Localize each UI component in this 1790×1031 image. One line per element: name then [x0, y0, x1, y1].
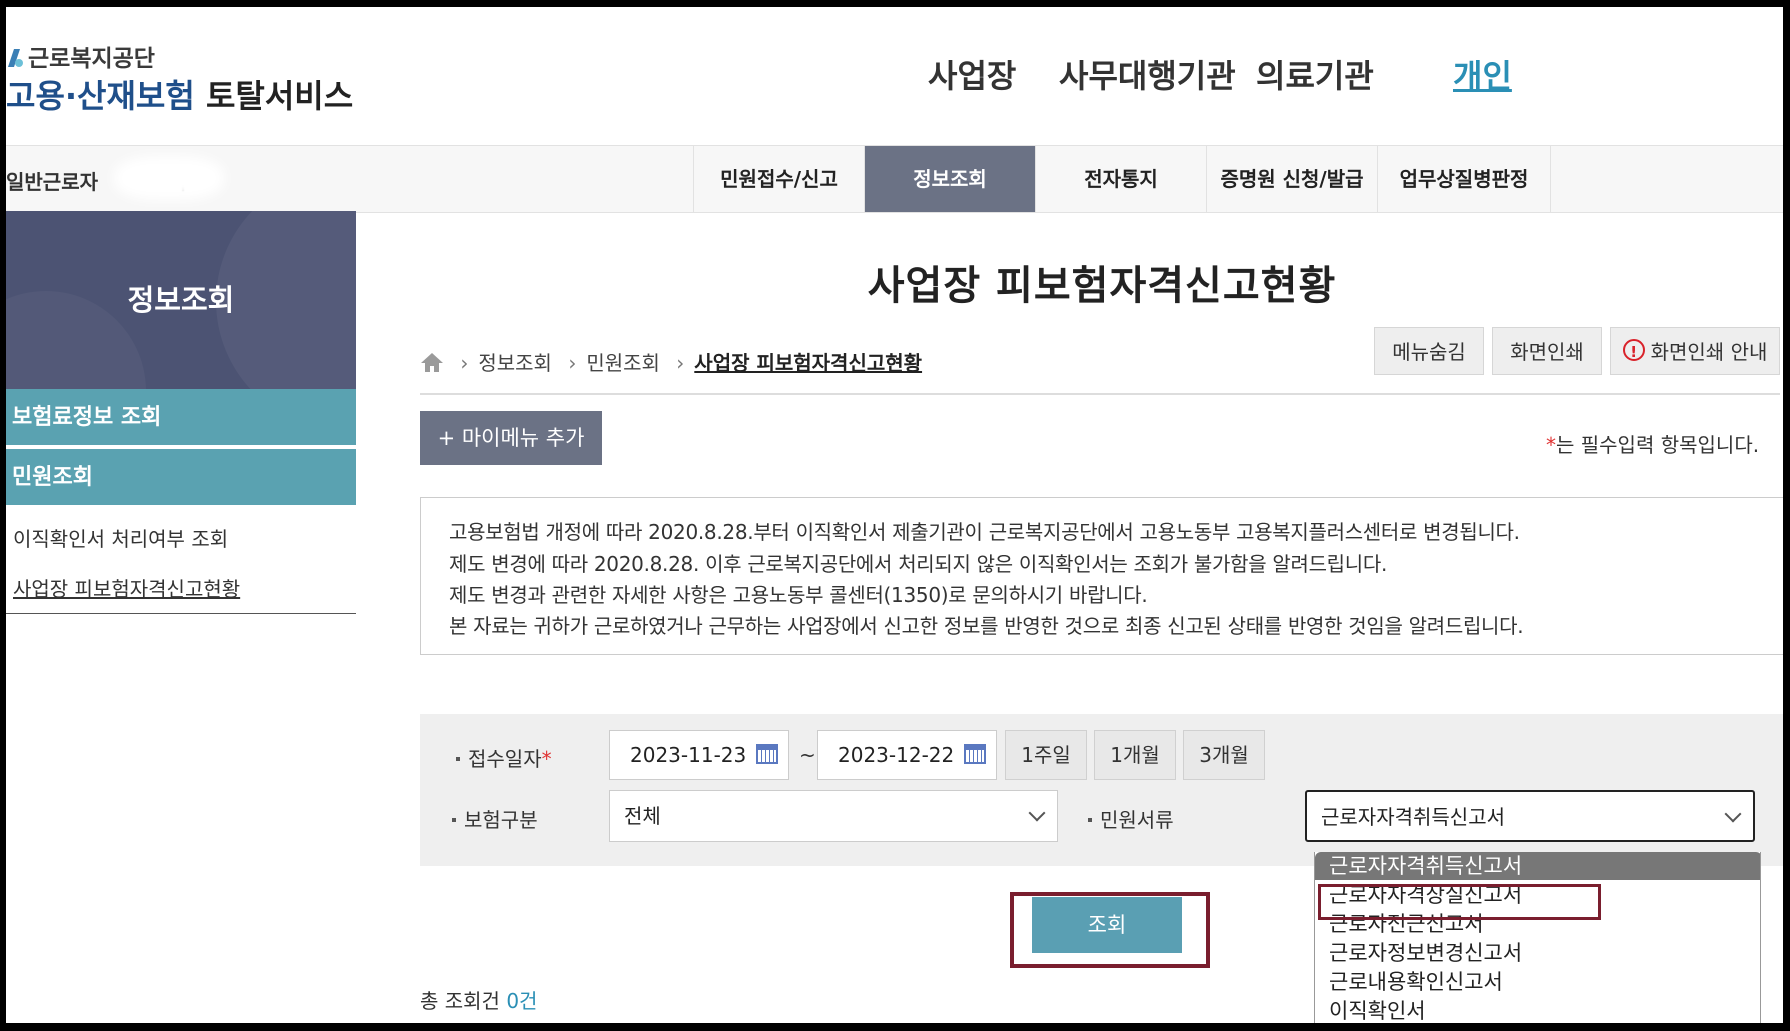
- result-count-label: 총 조회건: [420, 989, 500, 1013]
- logo-main-dark: 토탈서비스: [205, 77, 354, 115]
- tab-civil-filing[interactable]: 민원접수/신고: [693, 146, 864, 212]
- option-acquisition[interactable]: 근로자자격취득신고서: [1315, 852, 1760, 880]
- query-button[interactable]: 조회: [1032, 897, 1182, 953]
- result-count: 총 조회건 0건: [420, 985, 537, 1014]
- insurance-type-value: 전체: [624, 804, 661, 828]
- result-count-value: 0건: [506, 989, 538, 1013]
- logo-top-text: 근로복지공단: [28, 46, 155, 72]
- notice-line: 고용보험법 개정에 따라 2020.8.28.부터 이직확인서 제출기관이 근로…: [449, 520, 1520, 544]
- print-guide-label: 화면인쇄 안내: [1650, 340, 1768, 364]
- option-separation[interactable]: 이직확인서: [1315, 997, 1760, 1023]
- nav-medical[interactable]: 의료기관: [1256, 51, 1374, 97]
- page-frame: 근로복지공단 고용·산재보험 토탈서비스 사업장 사무대행기관 의료기관 개인 …: [6, 7, 1783, 1023]
- tab-certificate[interactable]: 증명원 신청/발급: [1206, 146, 1377, 212]
- document-type-label: 민원서류: [1088, 804, 1174, 833]
- redaction-blur: [114, 156, 224, 200]
- period-3month-button[interactable]: 3개월: [1183, 730, 1265, 780]
- sidebar-divider: [6, 613, 356, 614]
- nav-agency[interactable]: 사무대행기관: [1059, 51, 1236, 97]
- add-my-menu-button[interactable]: + 마이메뉴 추가: [420, 411, 602, 465]
- logo-agency-name[interactable]: 근로복지공단: [6, 39, 155, 73]
- breadcrumb-item[interactable]: 정보조회: [478, 351, 552, 375]
- required-star: *: [1546, 433, 1556, 457]
- sidebar-header: 정보조회: [6, 211, 356, 389]
- required-note-text: 는 필수입력 항목입니다.: [1556, 433, 1760, 457]
- nav-business[interactable]: 사업장: [928, 51, 1016, 97]
- print-button[interactable]: 화면인쇄: [1492, 327, 1602, 375]
- logo-main-blue: 고용·산재보험: [6, 77, 195, 115]
- tab-occupational-disease[interactable]: 업무상질병판정: [1377, 146, 1551, 212]
- insurance-type-label: 보험구분: [452, 804, 538, 833]
- nav-personal[interactable]: 개인: [1453, 51, 1512, 97]
- tab-e-notice[interactable]: 전자통지: [1035, 146, 1206, 212]
- page-title: 사업장 피보험자격신고현황: [867, 263, 1337, 309]
- breadcrumb-current[interactable]: 사업장 피보험자격신고현황: [694, 351, 922, 375]
- insurance-type-select[interactable]: 전체: [609, 790, 1058, 842]
- period-1week-button[interactable]: 1주일: [1005, 730, 1087, 780]
- date-range-tilde: ~: [799, 743, 816, 767]
- chevron-right-icon: ›: [676, 351, 685, 375]
- global-nav-bar: 일반근로자ㅓ 민원접수/신고 정보조회 전자통지 증명원 신청/발급 업무상질병…: [6, 145, 1783, 213]
- hide-menu-button[interactable]: 메뉴숨김: [1374, 327, 1484, 375]
- divider: [420, 393, 1780, 395]
- sidebar-item-premium-info[interactable]: 보험료정보 조회: [6, 389, 356, 447]
- tab-info-lookup[interactable]: 정보조회: [864, 146, 1035, 212]
- date-to-input[interactable]: 2023-12-22: [817, 730, 997, 780]
- agency-logo-icon: [8, 49, 23, 67]
- sidebar-item-civil-lookup[interactable]: 민원조회: [6, 449, 356, 507]
- notice-line: 제도 변경에 따라 2020.8.28. 이후 근로복지공단에서 처리되지 않은…: [449, 552, 1388, 576]
- date-to-value: 2023-12-22: [838, 743, 955, 767]
- logo-service-name[interactable]: 고용·산재보험 토탈서비스: [6, 71, 353, 117]
- calendar-icon[interactable]: [756, 744, 778, 764]
- chevron-down-icon: [1724, 805, 1742, 823]
- calendar-icon[interactable]: [964, 744, 986, 764]
- alert-icon: !: [1622, 339, 1645, 361]
- sidebar-sub-insured-status[interactable]: 사업장 피보험자격신고현황: [13, 573, 240, 602]
- date-from-input[interactable]: 2023-11-23: [609, 730, 789, 780]
- chevron-right-icon: ›: [460, 351, 469, 375]
- notice-box: 고용보험법 개정에 따라 2020.8.28.부터 이직확인서 제출기관이 근로…: [420, 497, 1783, 655]
- sidebar-title: 정보조회: [127, 283, 235, 317]
- chevron-down-icon: [1028, 804, 1046, 822]
- annotation-box: [1318, 884, 1601, 920]
- document-type-value: 근로자자격취득신고서: [1321, 805, 1505, 829]
- required-note: *는 필수입력 항목입니다.: [1546, 429, 1759, 458]
- option-info-change[interactable]: 근로자정보변경신고서: [1315, 939, 1760, 967]
- notice-line: 제도 변경과 관련한 자세한 사항은 고용노동부 콜센터(1350)로 문의하시…: [449, 583, 1148, 607]
- home-icon[interactable]: [420, 351, 444, 373]
- document-type-select[interactable]: 근로자자격취득신고서: [1305, 790, 1755, 842]
- document-type-options: 근로자자격취득신고서 근로자자격상실신고서 근로자전근신고서 근로자정보변경신고…: [1314, 852, 1761, 1023]
- period-1month-button[interactable]: 1개월: [1094, 730, 1176, 780]
- print-guide-button[interactable]: ! 화면인쇄 안내: [1610, 327, 1780, 375]
- breadcrumb-item[interactable]: 민원조회: [586, 351, 660, 375]
- breadcrumb: › 정보조회 › 민원조회 › 사업장 피보험자격신고현황: [420, 347, 922, 376]
- notice-line: 본 자료는 귀하가 근로하였거나 근무하는 사업장에서 신고한 정보를 반영한 …: [449, 614, 1524, 638]
- sidebar-sub-separation-status[interactable]: 이직확인서 처리여부 조회: [13, 523, 228, 552]
- chevron-right-icon: ›: [568, 351, 577, 375]
- option-work-confirmation[interactable]: 근로내용확인신고서: [1315, 968, 1760, 996]
- date-from-value: 2023-11-23: [630, 743, 747, 767]
- date-label: 접수일자*: [456, 743, 552, 772]
